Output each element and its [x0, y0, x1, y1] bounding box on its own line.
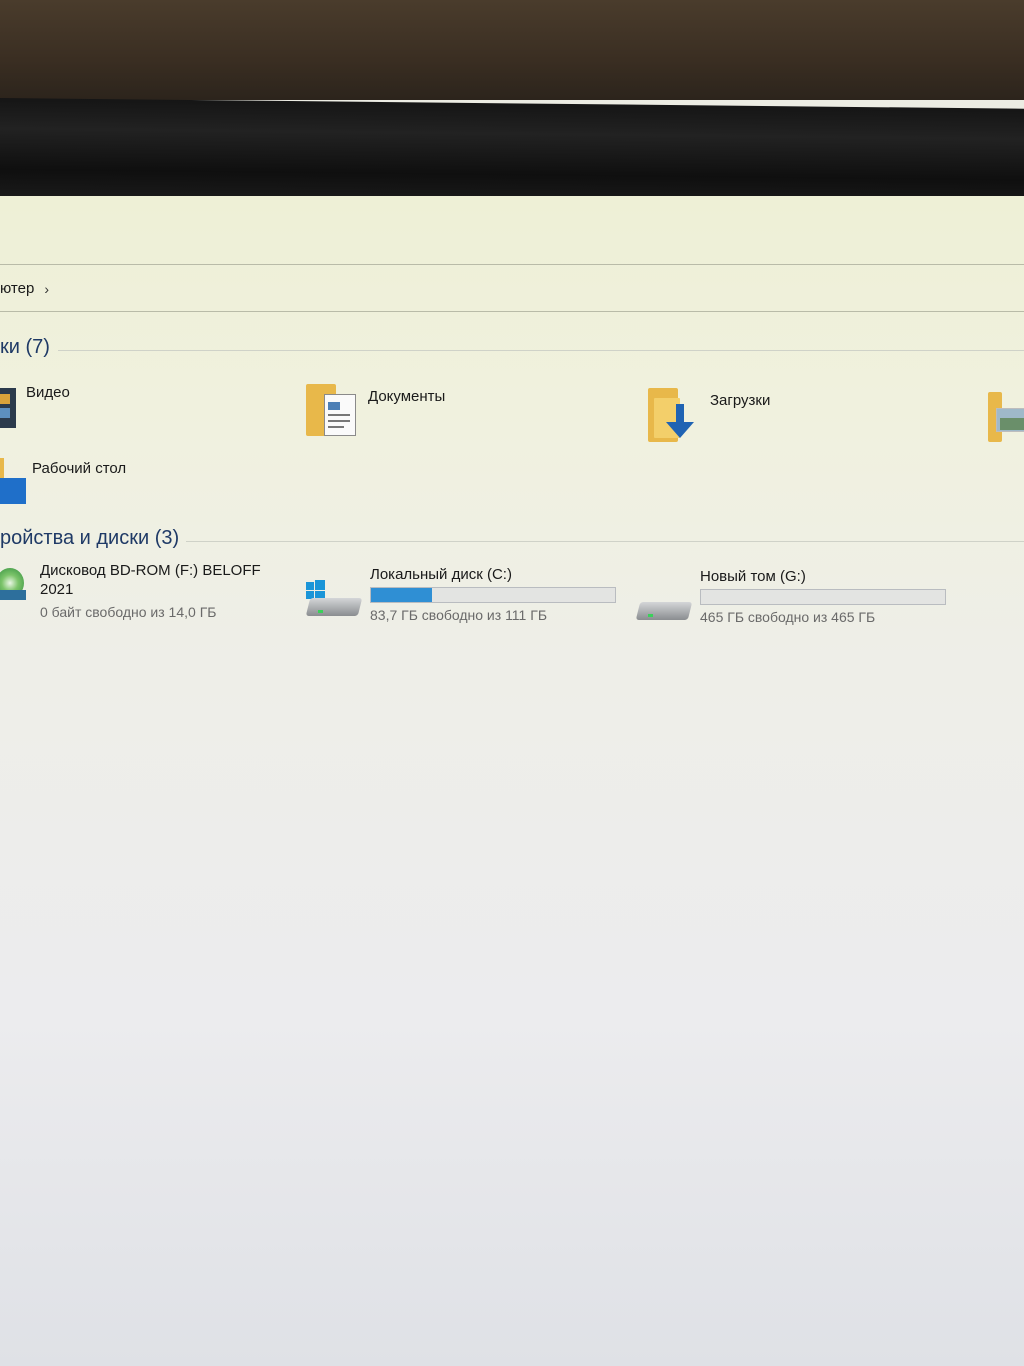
pictures-folder-icon	[988, 388, 1024, 444]
drive-free-space: 83,7 ГБ свободно из 111 ГБ	[370, 607, 548, 623]
folders-group-title[interactable]: ки (7)	[0, 336, 50, 359]
drive-name: Дисковод BD-ROM (F:) BELOFF	[40, 562, 261, 579]
downloads-folder-icon	[648, 384, 700, 442]
drives-group-title[interactable]: ройства и диски (3)	[0, 527, 179, 550]
folder-label: Документы	[368, 388, 446, 405]
video-folder-icon	[0, 384, 18, 428]
folder-item-pictures[interactable]	[988, 388, 1024, 444]
drive-name-line2: 2021	[40, 581, 74, 598]
folder-item-desktop[interactable]: Рабочий стол	[0, 456, 126, 508]
drive-item-bd-rom[interactable]: Дисковод BD-ROM (F:) BELOFF 2021 0 байт …	[0, 562, 261, 620]
folder-item-documents[interactable]: Документы	[306, 380, 445, 436]
toolbar-divider-bottom	[0, 311, 1024, 312]
breadcrumb-item-computer[interactable]: ютер	[0, 280, 34, 297]
desk-background	[0, 0, 1024, 100]
drive-free-space: 465 ГБ свободно из 465 ГБ	[700, 609, 876, 625]
folder-label: Рабочий стол	[32, 460, 127, 477]
monitor-bezel	[0, 98, 1024, 211]
drive-item-local-c[interactable]: Локальный диск (C:) 83,7 ГБ свободно из …	[304, 566, 616, 626]
drive-free-space: 0 байт свободно из 14,0 ГБ	[40, 604, 217, 620]
drive-name: Локальный диск (C:)	[370, 566, 512, 583]
documents-folder-icon	[306, 380, 356, 436]
folder-label: Загрузки	[710, 392, 771, 409]
drive-usage-bar	[700, 589, 946, 605]
folder-item-downloads[interactable]: Загрузки	[648, 384, 770, 442]
drive-usage-bar	[370, 587, 616, 603]
toolbar-divider-top	[0, 264, 1024, 265]
hard-drive-icon	[634, 568, 694, 628]
desktop-folder-icon	[0, 456, 28, 508]
chevron-right-icon[interactable]: ›	[44, 281, 49, 297]
folder-label: Видео	[26, 384, 70, 401]
optical-drive-icon	[0, 562, 28, 604]
folders-group-rule	[58, 350, 1024, 351]
drives-group-rule	[186, 541, 1024, 542]
breadcrumb[interactable]: ютер ›	[0, 280, 49, 297]
system-drive-icon	[304, 566, 364, 626]
folder-item-video[interactable]: Видео	[0, 384, 70, 428]
drive-usage-fill	[371, 588, 432, 602]
drive-item-new-volume-g[interactable]: Новый том (G:) 465 ГБ свободно из 465 ГБ	[634, 568, 946, 628]
explorer-window	[0, 196, 1024, 1366]
drive-name: Новый том (G:)	[700, 568, 806, 585]
